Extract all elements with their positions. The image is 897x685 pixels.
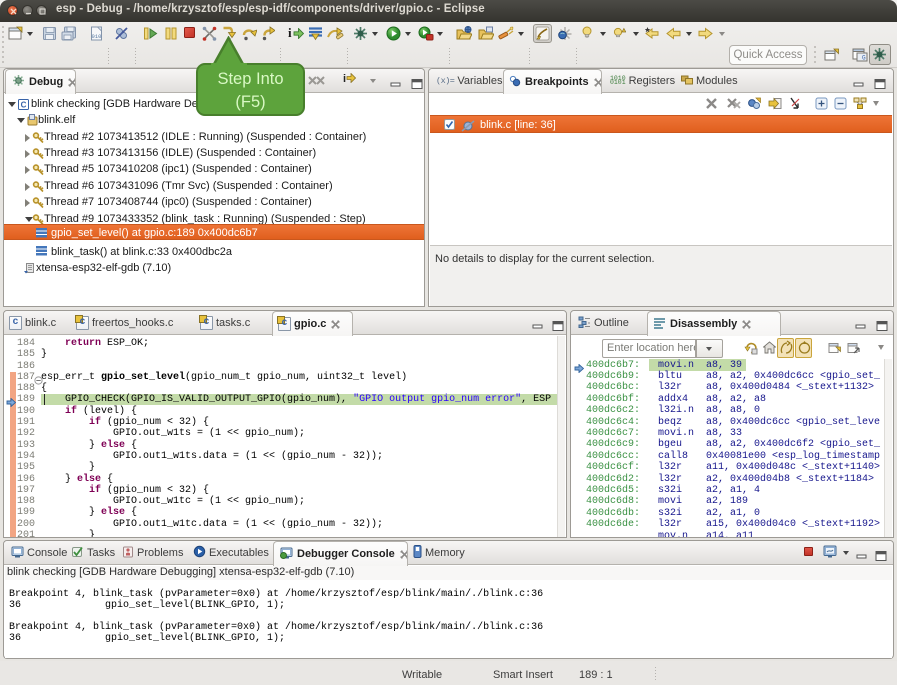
svg-text:G: G bbox=[862, 55, 866, 62]
svg-text:C: C bbox=[21, 101, 27, 110]
svg-text:010: 010 bbox=[92, 33, 102, 40]
